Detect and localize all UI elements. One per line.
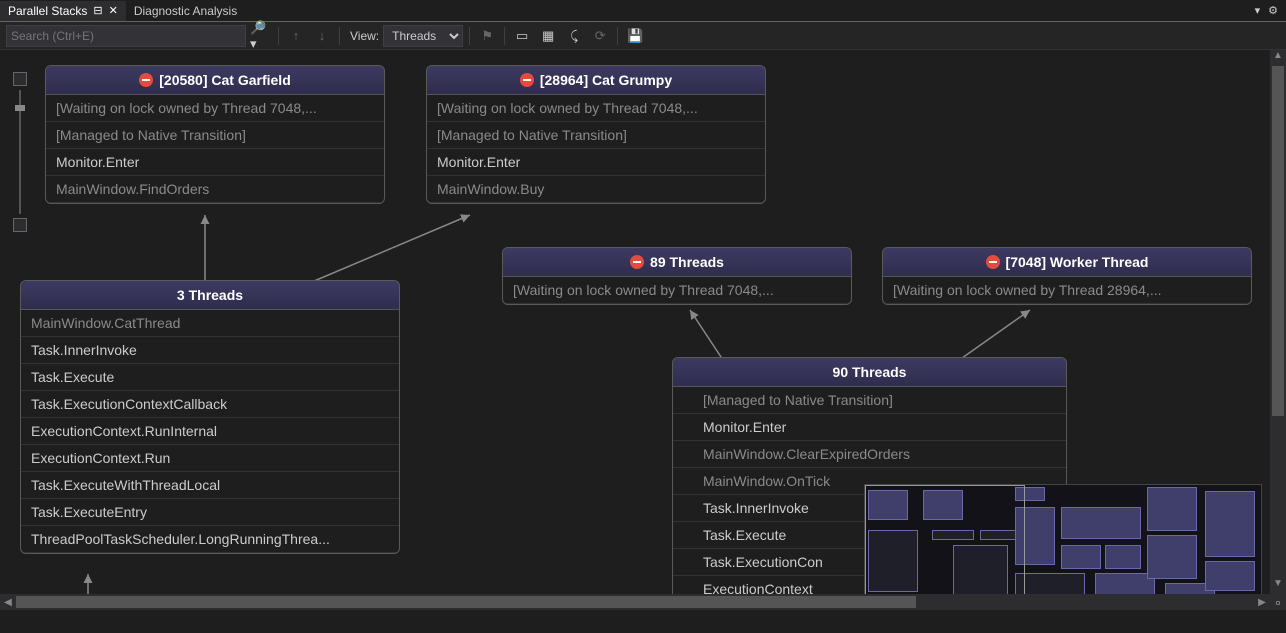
node-title: [20580] Cat Garfield	[46, 66, 384, 95]
tab-label: Diagnostic Analysis	[134, 4, 237, 18]
tab-tools: ▾ ⚙	[1255, 4, 1286, 17]
stop-icon	[520, 73, 534, 87]
scroll-thumb-v[interactable]	[1272, 66, 1284, 416]
node-cat-garfield[interactable]: [20580] Cat Garfield [Waiting on lock ow…	[45, 65, 385, 204]
node-title-text: [28964] Cat Grumpy	[540, 72, 672, 88]
stack-frame[interactable]: MainWindow.CatThread	[21, 310, 399, 337]
minimap[interactable]	[864, 484, 1262, 606]
stop-icon	[986, 255, 1000, 269]
horizontal-scrollbar[interactable]: ◀ ▶	[0, 594, 1270, 610]
tab-diagnostic-analysis[interactable]: Diagnostic Analysis	[126, 1, 245, 21]
node-title: 3 Threads	[21, 281, 399, 310]
stack-frame[interactable]: Task.ExecuteEntry	[21, 499, 399, 526]
node-3-threads[interactable]: 3 Threads MainWindow.CatThread Task.Inne…	[20, 280, 400, 554]
zoom-in-button[interactable]	[13, 72, 27, 86]
stack-frame[interactable]: MainWindow.Buy	[427, 176, 765, 203]
stack-frame[interactable]: [Waiting on lock owned by Thread 7048,..…	[427, 95, 765, 122]
separator	[278, 27, 279, 45]
scroll-thumb-h[interactable]	[16, 596, 916, 608]
stack-frame[interactable]: Monitor.Enter	[673, 414, 1066, 441]
stack-frame[interactable]: [Managed to Native Transition]	[673, 387, 1066, 414]
tab-bar: Parallel Stacks ⊟ ✕ Diagnostic Analysis …	[0, 0, 1286, 22]
search-input[interactable]	[11, 29, 241, 43]
autoscroll-icon[interactable]: ⤹	[563, 25, 585, 47]
stack-frame[interactable]: [Waiting on lock owned by Thread 7048,..…	[46, 95, 384, 122]
stop-icon	[630, 255, 644, 269]
zoom-track[interactable]	[19, 90, 21, 214]
node-title-text: 90 Threads	[833, 364, 907, 380]
window-position-icon[interactable]: ▾	[1255, 4, 1261, 17]
stack-frame[interactable]: MainWindow.ClearExpiredOrders	[673, 441, 1066, 468]
node-title: 90 Threads	[673, 358, 1066, 387]
stack-frame[interactable]: ThreadPoolTaskScheduler.LongRunningThrea…	[21, 526, 399, 553]
view-label: View:	[350, 29, 379, 43]
parallel-stacks-canvas[interactable]: [20580] Cat Garfield [Waiting on lock ow…	[0, 50, 1286, 610]
scroll-corner-icon[interactable]: ▫	[1270, 594, 1286, 610]
toolbar: 🔎▾ ↑ ↓ View: Threads ⚑ ▭ ▦ ⤹ ⟳ 💾	[0, 22, 1286, 50]
stack-frame[interactable]: MainWindow.FindOrders	[46, 176, 384, 203]
zoom-thumb[interactable]	[15, 105, 25, 111]
stack-frame[interactable]: [Waiting on lock owned by Thread 28964,.…	[883, 277, 1251, 304]
nav-up-icon[interactable]: ↑	[285, 25, 307, 47]
flag-icon[interactable]: ⚑	[476, 25, 498, 47]
stack-frame[interactable]: Monitor.Enter	[427, 149, 765, 176]
stack-frame[interactable]: Task.ExecutionContextCallback	[21, 391, 399, 418]
node-title-text: 3 Threads	[177, 287, 243, 303]
stack-frame[interactable]: [Waiting on lock owned by Thread 7048,..…	[503, 277, 851, 304]
node-title-text: [20580] Cat Garfield	[159, 72, 291, 88]
separator	[339, 27, 340, 45]
node-7048-worker[interactable]: [7048] Worker Thread [Waiting on lock ow…	[882, 247, 1252, 305]
close-icon[interactable]: ✕	[109, 4, 118, 17]
tab-label: Parallel Stacks	[8, 4, 87, 18]
view-select[interactable]: Threads	[383, 25, 463, 47]
stack-frame[interactable]: ExecutionContext.Run	[21, 445, 399, 472]
node-title: 89 Threads	[503, 248, 851, 277]
node-cat-grumpy[interactable]: [28964] Cat Grumpy [Waiting on lock owne…	[426, 65, 766, 204]
nav-down-icon[interactable]: ↓	[311, 25, 333, 47]
separator	[617, 27, 618, 45]
search-options-icon[interactable]: 🔎▾	[250, 25, 272, 47]
stack-frame[interactable]: [Managed to Native Transition]	[46, 122, 384, 149]
stack-frame[interactable]: Monitor.Enter	[46, 149, 384, 176]
separator	[504, 27, 505, 45]
separator	[469, 27, 470, 45]
node-title: [7048] Worker Thread	[883, 248, 1251, 277]
stack-frame[interactable]: Task.ExecuteWithThreadLocal	[21, 472, 399, 499]
gear-icon[interactable]: ⚙	[1268, 4, 1278, 17]
stack-frame[interactable]: Task.Execute	[21, 364, 399, 391]
toggle-threads-view-icon[interactable]: ▦	[537, 25, 559, 47]
node-title-text: [7048] Worker Thread	[1006, 254, 1149, 270]
node-title: [28964] Cat Grumpy	[427, 66, 765, 95]
stack-frame[interactable]: ExecutionContext.RunInternal	[21, 418, 399, 445]
pin-icon[interactable]: ⊟	[93, 4, 102, 17]
stack-frame[interactable]: [Managed to Native Transition]	[427, 122, 765, 149]
node-89-threads[interactable]: 89 Threads [Waiting on lock owned by Thr…	[502, 247, 852, 305]
save-icon[interactable]: 💾	[624, 25, 646, 47]
search-box[interactable]	[6, 25, 246, 47]
vertical-scrollbar[interactable]: ▲ ▼	[1270, 50, 1286, 594]
minimap-viewport[interactable]	[865, 485, 1025, 600]
stack-frame[interactable]: Task.InnerInvoke	[21, 337, 399, 364]
scroll-right-icon[interactable]: ▶	[1254, 597, 1270, 608]
toggle-method-view-icon[interactable]: ▭	[511, 25, 533, 47]
scroll-left-icon[interactable]: ◀	[0, 597, 16, 608]
stop-icon	[139, 73, 153, 87]
zoom-out-button[interactable]	[13, 218, 27, 232]
tab-parallel-stacks[interactable]: Parallel Stacks ⊟ ✕	[0, 1, 126, 21]
scroll-down-icon[interactable]: ▼	[1270, 578, 1286, 594]
refresh-icon[interactable]: ⟳	[589, 25, 611, 47]
node-title-text: 89 Threads	[650, 254, 724, 270]
scroll-up-icon[interactable]: ▲	[1270, 50, 1286, 66]
zoom-slider[interactable]	[10, 72, 30, 232]
